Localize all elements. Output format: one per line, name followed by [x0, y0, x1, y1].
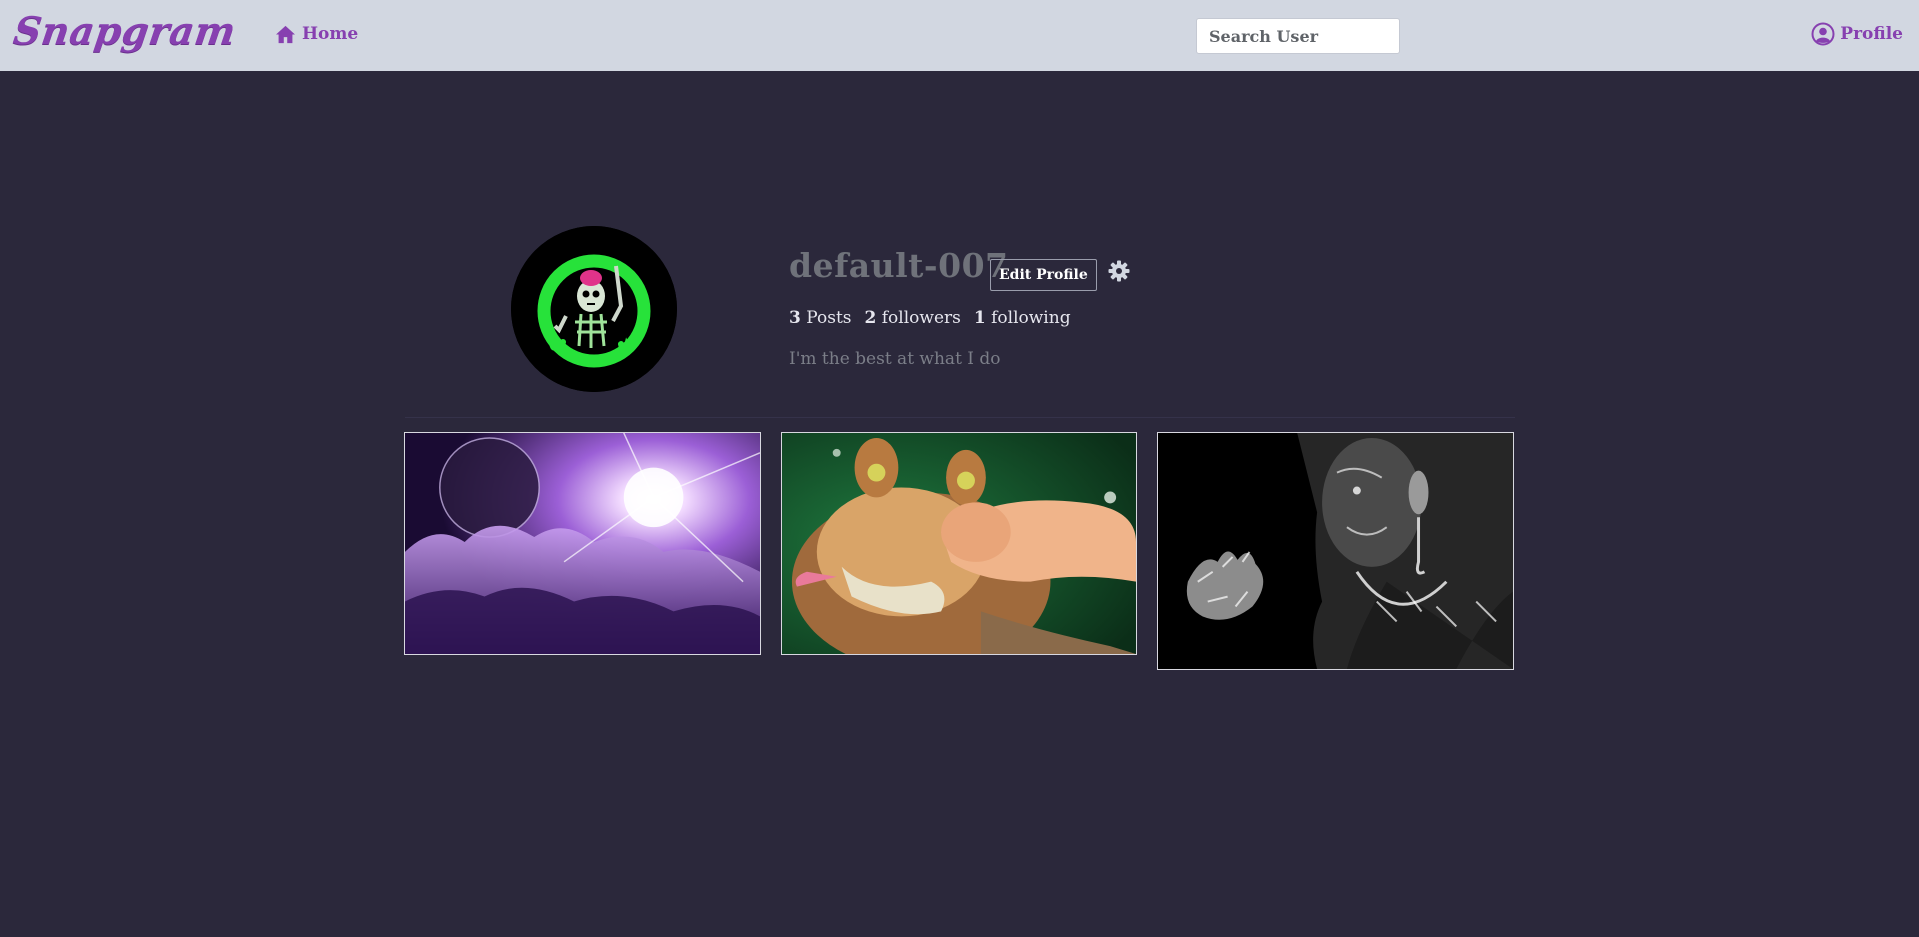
post-image — [405, 433, 760, 654]
nav-home-label: Home — [302, 24, 359, 44]
profile-divider — [405, 417, 1515, 418]
posts-label: Posts — [806, 308, 852, 328]
brand-logo[interactable]: Snapgram — [11, 8, 239, 53]
followers-label: followers — [881, 308, 961, 328]
avatar-image — [511, 226, 677, 392]
posts-count: 3 — [789, 308, 801, 328]
post-image — [782, 433, 1136, 654]
profile-bio: I'm the best at what I do — [789, 349, 1001, 369]
search-user-input[interactable] — [1196, 18, 1400, 54]
post-image — [1158, 433, 1513, 669]
profile-avatar[interactable] — [511, 226, 677, 392]
followers-stat[interactable]: 2 followers — [865, 308, 961, 328]
posts-stat: 3 Posts — [789, 308, 852, 328]
following-count: 1 — [973, 308, 986, 328]
profile-stats: 3 Posts 2 followers 1 following — [789, 308, 1071, 328]
following-label: following — [991, 308, 1071, 328]
nav-profile-label: Profile — [1840, 24, 1903, 44]
settings-button[interactable] — [1107, 259, 1131, 283]
following-stat[interactable]: 1 following — [974, 308, 1071, 328]
user-circle-icon — [1811, 22, 1835, 46]
post-thumbnail[interactable] — [404, 432, 761, 655]
followers-count: 2 — [864, 308, 877, 328]
home-icon — [276, 25, 295, 43]
nav-profile-link[interactable]: Profile — [1811, 22, 1903, 46]
post-thumbnail[interactable] — [781, 432, 1137, 655]
gear-icon — [1108, 260, 1130, 282]
nav-home-link[interactable]: Home — [275, 24, 358, 44]
post-thumbnail[interactable] — [1157, 432, 1514, 670]
profile-username: default-007 — [789, 246, 1009, 285]
navbar: Snapgram Home Profile — [0, 0, 1919, 71]
edit-profile-button[interactable]: Edit Profile — [990, 259, 1097, 291]
